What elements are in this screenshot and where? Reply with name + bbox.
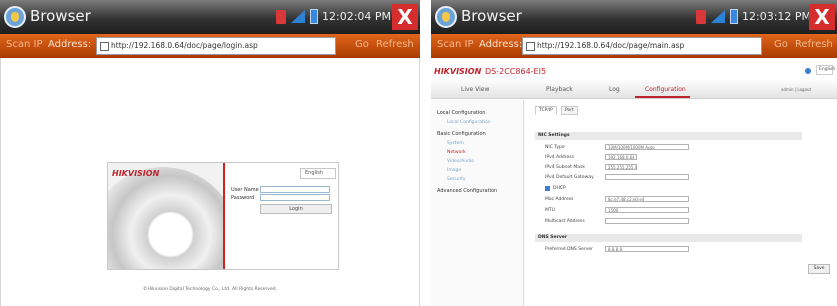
field-label: Mac Address: [545, 197, 574, 202]
sidebar-local-config[interactable]: Local Configuration: [437, 110, 485, 116]
mac-address-field: 8c:e7:48:c2:e0:e4: [605, 196, 689, 202]
refresh-button[interactable]: Refresh: [795, 39, 833, 50]
field-label: NIC Type: [545, 145, 565, 150]
field-label: IPv4 Address: [545, 155, 574, 160]
copyright-text: ©Hikvision Digital Technology Co., Ltd. …: [142, 287, 278, 292]
save-button[interactable]: Save: [808, 264, 830, 274]
url-input[interactable]: http://192.168.0.64/doc/page/login.asp: [96, 37, 336, 55]
refresh-button[interactable]: Refresh: [376, 39, 414, 50]
field-label: Multicast Address: [545, 219, 585, 224]
battery-icon: [310, 9, 318, 24]
scan-ip-button[interactable]: Scan IP: [437, 39, 473, 50]
address-bar: Scan IP Address: http://192.168.0.64/doc…: [431, 34, 837, 58]
close-button[interactable]: X: [809, 4, 835, 30]
config-browser-panel: Browser 12:03:12 PM X Scan IP Address: h…: [431, 0, 837, 306]
field-label: Preferred DNS Server: [545, 247, 593, 252]
nav-live-view[interactable]: Live View: [461, 86, 489, 93]
subnet-mask-input[interactable]: 255.255.255.0: [605, 164, 637, 170]
status-time: 12:03:12 PM: [742, 10, 812, 23]
divider: [223, 163, 225, 269]
app-logo-icon: [435, 6, 457, 28]
signal-icon: [696, 10, 706, 24]
login-box: HIKVISION English User Name Password Log…: [107, 162, 339, 270]
title-bar: Browser 12:03:12 PM X: [431, 0, 837, 34]
scan-ip-button[interactable]: Scan IP: [6, 39, 42, 50]
sidebar-item-image[interactable]: Image: [447, 168, 461, 173]
window-title: Browser: [30, 7, 91, 25]
title-bar: Browser 12:02:04 PM X: [0, 0, 420, 34]
globe-icon: [805, 68, 811, 74]
nav-configuration[interactable]: Configuration: [645, 86, 686, 93]
password-label: Password: [231, 195, 255, 201]
sidebar-item-local-config[interactable]: Local Configuration: [447, 120, 491, 125]
sidebar-item-security[interactable]: Security: [447, 177, 465, 182]
address-bar: Scan IP Address: http://192.168.0.64/doc…: [0, 34, 420, 58]
mtu-input[interactable]: 1500: [605, 207, 689, 213]
language-select[interactable]: English: [300, 168, 336, 179]
dhcp-checkbox[interactable]: [545, 186, 550, 191]
nav-playback[interactable]: Playback: [546, 86, 573, 93]
field-label: MTU: [545, 208, 555, 213]
go-button[interactable]: Go: [774, 39, 788, 50]
sidebar-basic-config[interactable]: Basic Configuration: [437, 131, 486, 137]
dns-input[interactable]: 8.8.8.8: [605, 246, 689, 252]
language-select[interactable]: English: [816, 65, 835, 75]
tab-tcpip[interactable]: TCP/IP: [535, 106, 557, 115]
sidebar-advanced-config[interactable]: Advanced Configuration: [437, 188, 497, 194]
multicast-input[interactable]: [605, 218, 689, 224]
device-model: DS-2CC864-EI5: [485, 67, 547, 76]
app-logo-icon: [4, 6, 26, 28]
field-label: IPv4 Default Gateway: [545, 175, 594, 180]
brand-logo: HIKVISION: [434, 67, 482, 76]
ipv4-address-input[interactable]: 192.168.0.64: [605, 154, 637, 160]
username-label: User Name: [231, 187, 259, 193]
brand-logo: HIKVISION: [112, 169, 160, 178]
camera-header: HIKVISION DS-2CC864-EI5 English: [431, 58, 837, 80]
go-button[interactable]: Go: [355, 39, 369, 50]
login-button[interactable]: Login: [260, 204, 332, 214]
login-browser-panel: Browser 12:02:04 PM X Scan IP Address: h…: [0, 0, 420, 306]
username-input[interactable]: [260, 186, 330, 193]
config-sidebar: Local Configuration Local Configuration …: [431, 100, 524, 306]
signal-icon: [276, 10, 286, 24]
nav-log[interactable]: Log: [609, 86, 620, 93]
password-input[interactable]: [260, 194, 330, 201]
sidebar-item-video-audio[interactable]: Video/Audio: [447, 159, 474, 164]
active-tab-indicator: [635, 96, 690, 98]
status-time: 12:02:04 PM: [322, 10, 392, 23]
user-logout[interactable]: admin | Logout: [781, 87, 811, 92]
nic-type-select[interactable]: 10M/100M/1000M Auto: [605, 144, 689, 150]
gateway-input[interactable]: [605, 174, 689, 180]
sidebar-item-system[interactable]: System: [447, 141, 464, 146]
wifi-icon: [711, 10, 725, 23]
close-button[interactable]: X: [392, 4, 418, 30]
web-content: HIKVISION English User Name Password Log…: [0, 58, 420, 306]
field-label: IPv4 Subnet Mask: [545, 165, 585, 170]
main-nav: Live View Playback Log Configuration adm…: [431, 80, 837, 99]
url-input[interactable]: http://192.168.0.64/doc/page/main.asp: [522, 37, 762, 55]
sidebar-item-network[interactable]: Network: [447, 150, 466, 155]
tab-port[interactable]: Port: [561, 106, 578, 115]
address-label: Address:: [48, 39, 92, 50]
wifi-icon: [291, 10, 305, 23]
login-banner-image: [108, 163, 223, 269]
nic-settings-header: NIC Settings: [535, 132, 802, 140]
config-content: TCP/IP Port NIC Settings NIC Type 10M/10…: [527, 100, 837, 306]
dns-server-header: DNS Server: [535, 234, 802, 242]
address-label: Address:: [479, 39, 523, 50]
window-title: Browser: [461, 7, 522, 25]
dhcp-label: DHCP: [553, 186, 566, 191]
battery-icon: [730, 9, 738, 24]
